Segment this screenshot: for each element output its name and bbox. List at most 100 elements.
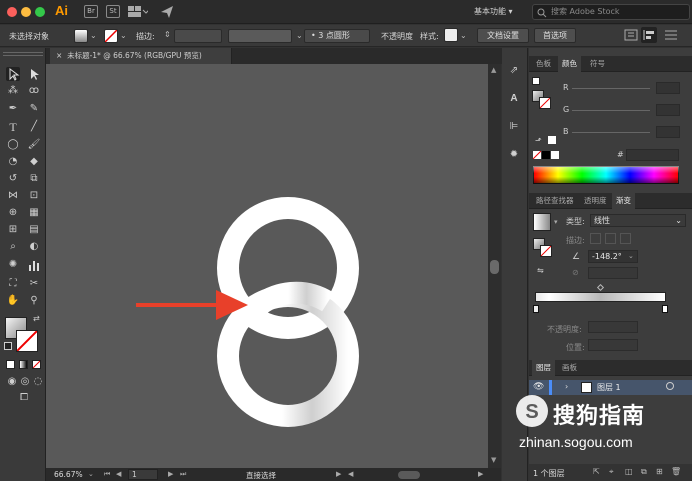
tab-pathfinder[interactable]: 路径查找器: [532, 193, 578, 209]
hand-tool-icon[interactable]: ✋: [6, 294, 20, 308]
type-tool-icon[interactable]: T: [6, 120, 20, 134]
gradient-type-select[interactable]: 线性 ⌄: [590, 214, 686, 227]
previous-artboard-icon[interactable]: ◀: [116, 470, 121, 478]
scroll-up-icon[interactable]: ▲: [491, 66, 496, 74]
arrange-documents-icon[interactable]: [128, 6, 150, 17]
stroke-dropdown-icon[interactable]: ⌄: [120, 31, 127, 40]
gradient-slider[interactable]: [535, 292, 666, 302]
aspect-ratio-input[interactable]: [588, 267, 638, 279]
curvature-tool-icon[interactable]: ✎: [27, 102, 41, 116]
reverse-gradient-icon[interactable]: ⇋: [537, 266, 544, 275]
stroke-swatch[interactable]: [104, 29, 118, 43]
lower-ring[interactable]: [217, 285, 359, 427]
gradient-mode-icon[interactable]: [19, 360, 28, 369]
default-colors-icon[interactable]: [4, 342, 12, 350]
horizontal-scroll-thumb[interactable]: [398, 471, 420, 479]
scroll-right-icon[interactable]: ▶: [478, 470, 483, 478]
close-window-button[interactable]: [7, 7, 17, 17]
document-setup-button[interactable]: 文档设置: [477, 28, 529, 43]
tab-transparency[interactable]: 透明度: [580, 193, 611, 209]
red-value-input[interactable]: [656, 82, 680, 94]
draw-behind-icon[interactable]: ◎: [18, 375, 32, 389]
gradient-preview[interactable]: [533, 213, 551, 231]
tab-symbols[interactable]: 符号: [586, 56, 609, 72]
tab-swatches[interactable]: 色板: [532, 56, 555, 72]
column-graph-tool-icon[interactable]: [27, 258, 41, 272]
document-tab[interactable]: × 未标题-1* @ 66.67% (RGB/GPU 预览): [50, 48, 232, 64]
scroll-down-icon[interactable]: ▼: [491, 456, 496, 464]
eyedropper-tool-icon[interactable]: ⌕: [6, 240, 20, 254]
artboard-tool-icon[interactable]: ⛶: [6, 277, 20, 291]
toolbar-grip[interactable]: [3, 52, 43, 56]
align-icon[interactable]: ⊫: [507, 120, 521, 134]
gradient-tool-icon[interactable]: ▤: [27, 223, 41, 237]
stop-opacity-input[interactable]: [588, 321, 638, 333]
stroke-weight-input[interactable]: [174, 29, 222, 43]
eraser-tool-icon[interactable]: ◆: [27, 155, 41, 169]
screen-mode-icon[interactable]: ⧠: [17, 391, 31, 405]
new-layer-icon[interactable]: ⊞: [656, 467, 663, 476]
collect-export-icon[interactable]: ⇱: [593, 467, 600, 476]
none-mode-icon[interactable]: [32, 360, 41, 369]
appearance-icon[interactable]: ✹: [507, 148, 521, 162]
panel-menu-icon[interactable]: [664, 29, 678, 41]
shape-builder-tool-icon[interactable]: ⊕: [6, 206, 20, 220]
out-of-gamut-icon[interactable]: ⬏: [535, 136, 542, 145]
scroll-left-icon[interactable]: ◀: [348, 470, 353, 478]
stroke-preview[interactable]: [539, 97, 551, 109]
none-swatch-small[interactable]: [532, 77, 540, 85]
blue-value-input[interactable]: [656, 126, 680, 138]
workspace-switcher[interactable]: 基本功能 ▾: [474, 6, 513, 17]
layer-target-icon[interactable]: [666, 382, 674, 390]
gradient-stop-right[interactable]: [662, 305, 668, 313]
shaper-tool-icon[interactable]: ◔: [6, 155, 20, 169]
green-slider[interactable]: [572, 110, 650, 111]
tab-artboards[interactable]: 画板: [558, 360, 581, 376]
bridge-icon[interactable]: Br: [84, 5, 98, 18]
locate-object-icon[interactable]: ⌖: [609, 467, 614, 477]
green-value-input[interactable]: [656, 104, 680, 116]
delete-layer-icon[interactable]: 🗑: [671, 467, 681, 476]
tab-close-icon[interactable]: ×: [56, 51, 62, 60]
slice-tool-icon[interactable]: ✂: [27, 277, 41, 291]
fill-dropdown-icon[interactable]: ⌄: [90, 31, 97, 40]
color-mode-icon[interactable]: [6, 360, 15, 369]
visibility-eye-icon[interactable]: 👁: [533, 382, 544, 392]
selection-tool-icon[interactable]: [6, 67, 20, 81]
variable-width-profile[interactable]: [228, 29, 292, 43]
stop-location-input[interactable]: [588, 339, 638, 351]
preferences-button[interactable]: 首选项: [534, 28, 576, 43]
send-icon[interactable]: [160, 5, 174, 19]
direct-selection-tool-icon[interactable]: [27, 67, 41, 81]
artboard-canvas[interactable]: [46, 64, 488, 468]
red-slider[interactable]: [572, 88, 650, 89]
brush-definition-select[interactable]: • 3 点圆形: [304, 29, 370, 43]
minimize-window-button[interactable]: [21, 7, 31, 17]
line-segment-tool-icon[interactable]: ╱: [27, 120, 41, 134]
assets-icon[interactable]: A: [507, 92, 521, 106]
clipping-mask-icon[interactable]: ◫: [625, 467, 633, 476]
width-tool-icon[interactable]: ⋈: [6, 189, 20, 203]
profile-dropdown-icon[interactable]: ⌄: [296, 31, 303, 40]
stroke-stepper-icon[interactable]: ⇕: [164, 30, 171, 39]
last-artboard-icon[interactable]: ⏭: [180, 470, 186, 479]
gradient-preset-dropdown-icon[interactable]: ▾: [554, 218, 558, 226]
stroke-within-icon[interactable]: [590, 233, 601, 244]
tab-layers[interactable]: 图层: [532, 360, 555, 376]
arrange-icon[interactable]: [624, 28, 638, 42]
blue-slider[interactable]: [572, 132, 650, 133]
web-safe-swatch[interactable]: [548, 136, 556, 144]
lasso-tool-icon[interactable]: ꝏ: [27, 84, 41, 98]
hex-value-input[interactable]: [626, 149, 679, 161]
none-color-swatch[interactable]: [532, 150, 542, 160]
magic-wand-tool-icon[interactable]: ⁂: [6, 84, 20, 98]
new-sublayer-icon[interactable]: ⧉: [641, 467, 647, 477]
pen-tool-icon[interactable]: ✒: [6, 102, 20, 116]
stroke-color-box[interactable]: [16, 330, 38, 352]
draw-mode-icon[interactable]: ◉: [5, 375, 19, 389]
free-transform-tool-icon[interactable]: ⊡: [27, 189, 41, 203]
paintbrush-tool-icon[interactable]: 🖌: [27, 138, 41, 152]
current-tool-status[interactable]: 直接选择: [246, 470, 276, 481]
graphic-style-swatch[interactable]: [444, 28, 458, 42]
next-artboard-icon[interactable]: ▶: [168, 470, 173, 478]
